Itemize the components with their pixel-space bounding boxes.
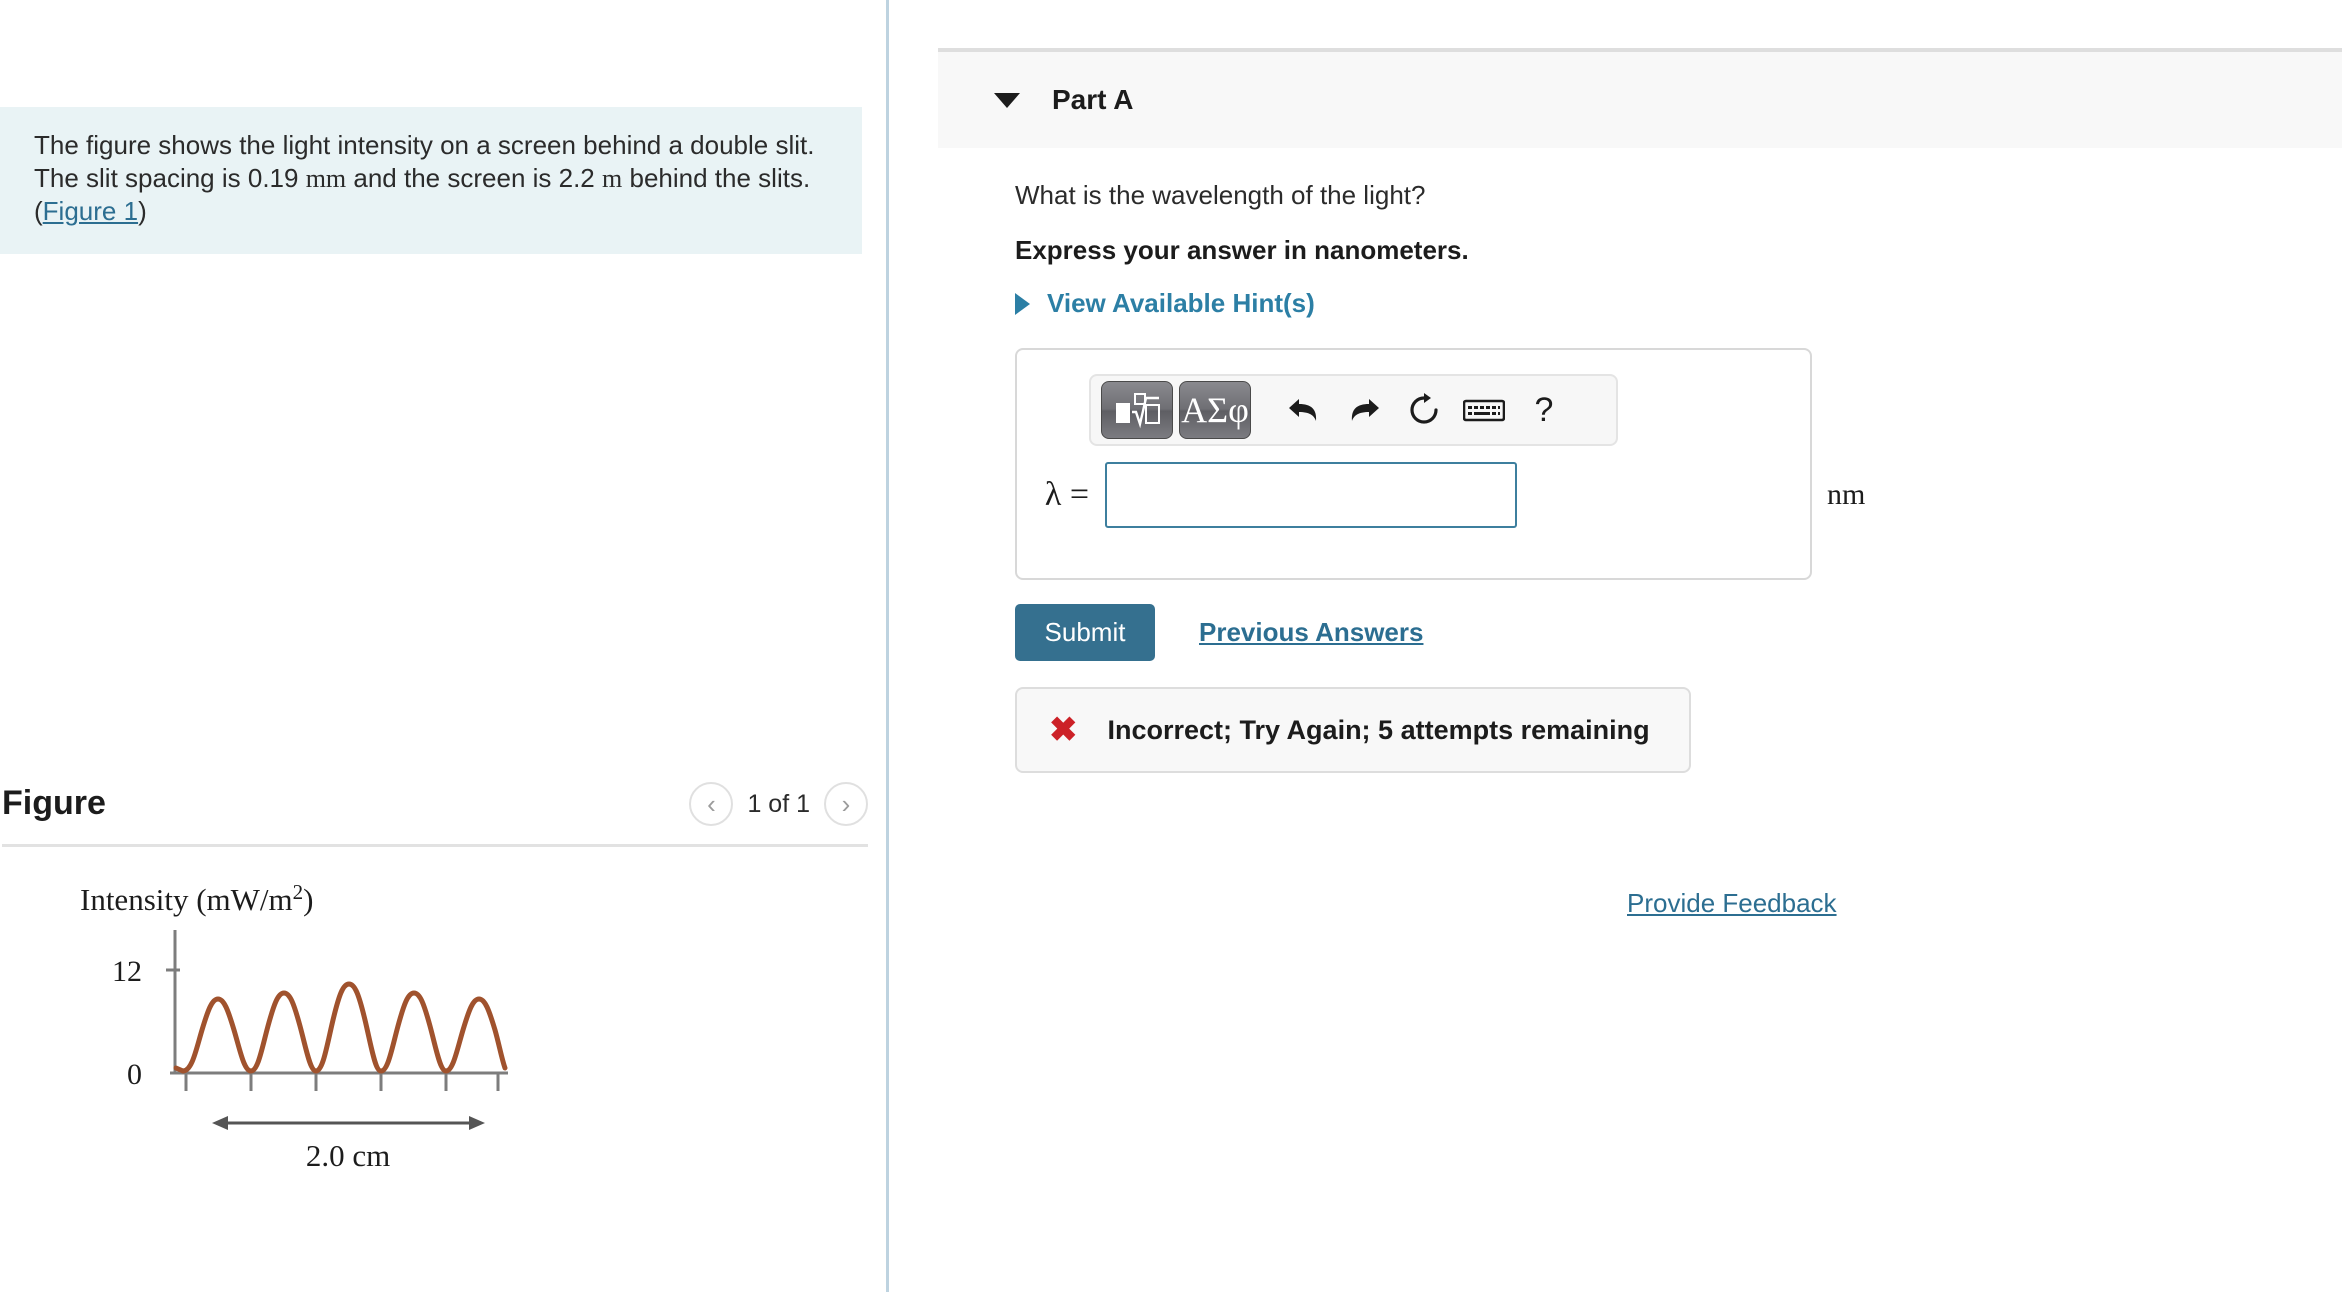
help-button[interactable]: ? <box>1517 387 1571 433</box>
chart-intensity-curve <box>173 981 508 1074</box>
answer-input[interactable] <box>1105 462 1517 528</box>
figure-navigation: ‹ 1 of 1 › <box>689 782 868 826</box>
chart-span-label: 2.0 cm <box>306 1138 390 1173</box>
question-prompt: What is the wavelength of the light? <box>1015 180 1426 210</box>
caret-right-icon[interactable] <box>1015 292 1030 315</box>
view-hints-toggle[interactable]: View Available Hint(s) <box>1015 288 1315 319</box>
figure-1-link[interactable]: Figure 1 <box>43 196 138 226</box>
figure-next-button[interactable]: › <box>824 782 868 826</box>
greek-symbols-button[interactable]: ΑΣφ <box>1179 381 1251 439</box>
chart-ytick-label-12: 12 <box>112 955 142 988</box>
redo-arrow-icon[interactable] <box>1337 387 1391 433</box>
problem-line-3-suffix: ) <box>138 196 147 226</box>
chart-x-ticks <box>184 1073 500 1091</box>
problem-line-1: The figure shows the light intensity on … <box>34 130 815 160</box>
problem-line-2c: behind the <box>629 163 751 193</box>
undo-arrow-icon[interactable] <box>1277 387 1331 433</box>
greek-symbols-label: ΑΣφ <box>1181 390 1249 430</box>
right-panel: Part A What is the wavelength of the lig… <box>889 0 2342 1292</box>
problem-statement: The figure shows the light intensity on … <box>0 107 862 254</box>
red-x-icon: ✖ <box>1049 711 1078 749</box>
answer-unit: nm <box>1827 478 1866 511</box>
figure-prev-button[interactable]: ‹ <box>689 782 734 826</box>
left-panel: The figure shows the light intensity on … <box>0 0 886 1292</box>
reset-circular-arrow-icon[interactable] <box>1397 387 1451 433</box>
unit-millimeters: mm <box>305 164 347 193</box>
figure-divider <box>2 844 868 847</box>
problem-line-2b: and the screen is 2.2 <box>353 163 595 193</box>
figure-counter: 1 of 1 <box>747 789 810 818</box>
chart-span-arrow <box>212 1116 485 1130</box>
feedback-banner: ✖ Incorrect; Try Again; 5 attempts remai… <box>1015 687 1691 773</box>
chart-ytick-label-0: 0 <box>127 1058 142 1091</box>
intensity-plot-svg: Intensity (mW/m2) 12 0 2.0 cm <box>80 880 508 1173</box>
math-template-button[interactable] <box>1101 381 1173 439</box>
feedback-message: Incorrect; Try Again; 5 attempts remaini… <box>1107 714 1650 745</box>
lambda-label: λ = <box>1044 476 1089 513</box>
provide-feedback-link[interactable]: Provide Feedback <box>1627 888 1837 919</box>
figure-title: Figure <box>2 784 106 822</box>
caret-down-icon[interactable] <box>994 92 1020 108</box>
math-toolbar: ΑΣφ ? <box>1089 374 1618 446</box>
part-a-header[interactable]: Part A <box>938 48 2342 148</box>
previous-answers-link[interactable]: Previous Answers <box>1199 617 1423 648</box>
answer-row: λ = nm <box>1017 462 1865 528</box>
view-hints-label: View Available Hint(s) <box>1047 288 1315 318</box>
submit-row: Submit Previous Answers <box>1015 604 1423 661</box>
submit-button[interactable]: Submit <box>1015 604 1155 661</box>
chart-ylabel: Intensity (mW/m2) <box>80 880 313 917</box>
problem-line-2a: The slit spacing is 0.19 <box>34 163 299 193</box>
math-template-icon <box>1116 393 1160 429</box>
answer-instruction: Express your answer in nanometers. <box>1015 235 1469 265</box>
keyboard-icon[interactable] <box>1457 387 1511 433</box>
part-a-title: Part A <box>1052 84 1134 115</box>
figure-header: Figure ‹ 1 of 1 › <box>0 770 886 848</box>
unit-meters: m <box>602 164 623 193</box>
answer-entry-box: ΑΣφ ? λ = nm <box>1015 348 1865 580</box>
figure-image[interactable]: Intensity (mW/m2) 12 0 2.0 cm <box>0 860 886 1280</box>
